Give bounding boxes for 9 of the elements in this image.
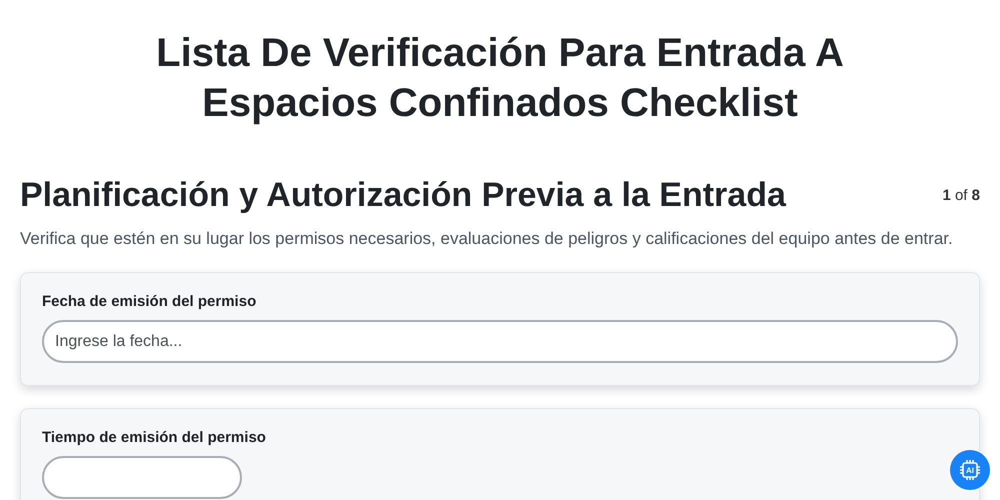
chip-icon [958, 458, 982, 482]
question-label: Tiempo de emisión del permiso [42, 429, 267, 446]
page-counter: 1 of 8 [942, 186, 980, 204]
page-title: Lista De Verificación Para Entrada A Espacios Confinados Checklist [155, 30, 845, 127]
question-label: Fecha de emisión del permiso [42, 293, 258, 310]
date-field[interactable]: Ingrese la fecha... [42, 320, 958, 363]
section-description: Verifica que estén en su lugar los permisos necesarios, evaluaciones de peligros y calificaciones del equipo antes de entrar. [20, 228, 954, 250]
section-heading: Planificación y Autorización Previa a la Entrada [20, 175, 786, 216]
time-field[interactable] [42, 456, 242, 499]
